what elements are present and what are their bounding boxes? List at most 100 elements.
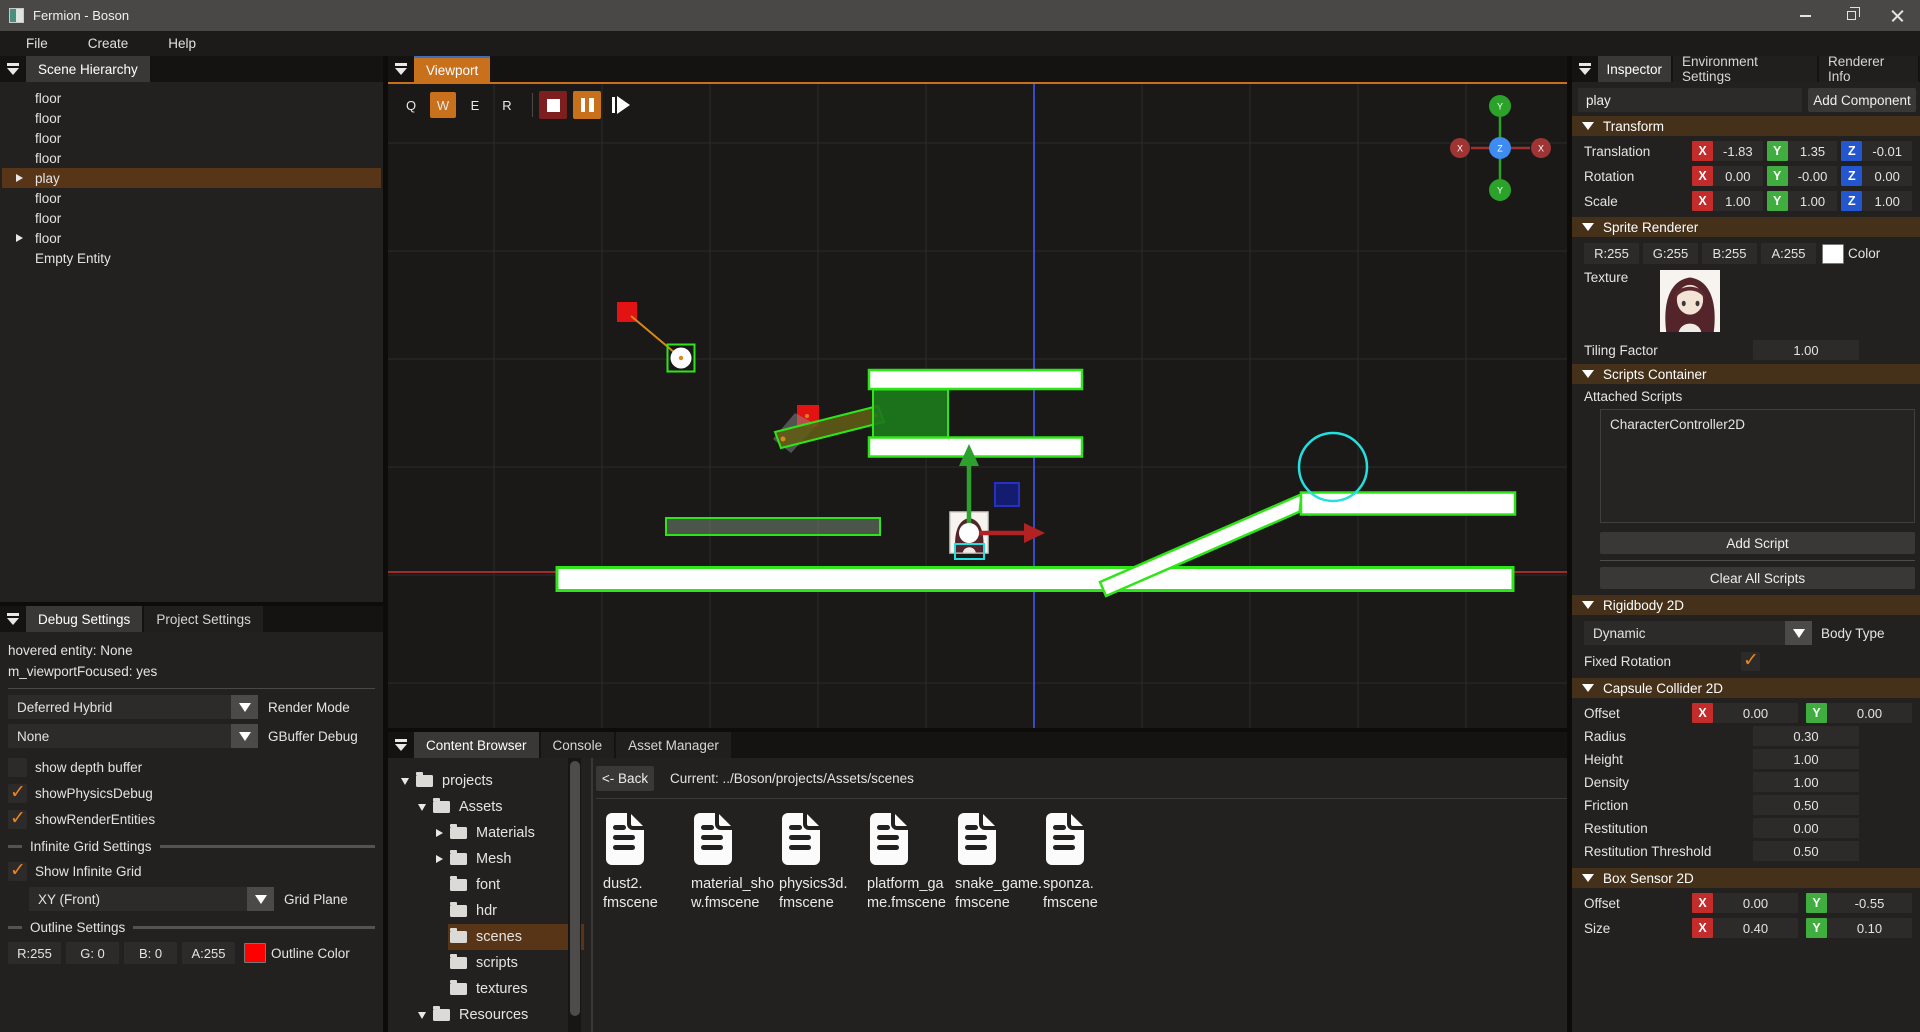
minimize-button[interactable] [1782, 0, 1828, 31]
elevated-platform-entity[interactable] [1301, 493, 1515, 515]
tab-scene-hierarchy[interactable]: Scene Hierarchy [26, 56, 150, 82]
box-sensor-section-header[interactable]: Box Sensor 2D [1572, 868, 1920, 888]
translation-z-field[interactable]: -0.01 [1862, 141, 1912, 161]
sensor-size-x-field[interactable]: 0.40 [1713, 918, 1798, 938]
x-axis-badge[interactable]: X [1692, 918, 1713, 938]
hierarchy-item-floor[interactable]: floor [2, 148, 381, 168]
file-item[interactable]: sponza.fmscene [1040, 812, 1128, 913]
file-item[interactable]: material_show.fmscene [688, 812, 776, 913]
scale-z-field[interactable]: 1.00 [1862, 191, 1912, 211]
divider[interactable] [591, 758, 593, 1032]
back-button[interactable]: <- Back [596, 766, 654, 791]
add-component-button[interactable]: Add Component [1808, 88, 1916, 112]
hierarchy-item-floor[interactable]: floor [2, 88, 381, 108]
menu-create[interactable]: Create [74, 36, 143, 51]
tree-item-hdr[interactable]: hdr [388, 898, 584, 924]
scale-x-field[interactable]: 1.00 [1713, 191, 1763, 211]
y-axis-badge[interactable]: Y [1767, 191, 1788, 211]
file-item[interactable]: snake_game.fmscene [952, 812, 1040, 913]
script-list-item[interactable]: CharacterController2D [1610, 417, 1905, 432]
x-axis-badge[interactable]: X [1692, 166, 1713, 186]
translate-gizmo[interactable] [959, 444, 1045, 543]
ground-platform-entity[interactable] [557, 568, 1513, 591]
clear-all-scripts-button[interactable]: Clear All Scripts [1600, 567, 1915, 589]
tool-w-button[interactable]: W [430, 92, 456, 118]
step-frame-button[interactable] [607, 91, 635, 119]
expand-arrow-icon[interactable] [436, 855, 443, 863]
sensor-offset-y-field[interactable]: -0.55 [1827, 893, 1912, 913]
translation-x-field[interactable]: -1.83 [1713, 141, 1763, 161]
capsule-collider-section-header[interactable]: Capsule Collider 2D [1572, 678, 1920, 698]
rigidbody-section-header[interactable]: Rigidbody 2D [1572, 595, 1920, 615]
tree-item-resources[interactable]: Resources [388, 1002, 584, 1028]
tiling-factor-field[interactable]: 1.00 [1753, 340, 1859, 360]
rotation-x-field[interactable]: 0.00 [1713, 166, 1763, 186]
tree-item-textures[interactable]: textures [388, 976, 584, 1002]
tab-console[interactable]: Console [541, 732, 615, 758]
scripts-container-section-header[interactable]: Scripts Container [1572, 364, 1920, 384]
texture-preview[interactable] [1660, 270, 1720, 332]
color-a-field[interactable]: A:255 [1761, 243, 1816, 264]
collapse-arrow-icon[interactable] [401, 778, 409, 785]
body-type-dropdown[interactable]: Dynamic [1584, 621, 1812, 645]
panel-collapse-icon[interactable] [388, 56, 414, 82]
joint-ball-entity[interactable] [617, 302, 695, 372]
collapse-arrow-icon[interactable] [418, 1012, 426, 1019]
viewport-canvas[interactable]: Y Y X X Z [388, 84, 1567, 728]
outline-b-field[interactable]: B: 0 [124, 942, 177, 964]
tab-environment-settings[interactable]: Environment Settings [1673, 56, 1817, 82]
hierarchy-item-floor[interactable]: floor [2, 108, 381, 128]
fixed-rotation-checkbox[interactable] [1741, 652, 1760, 671]
tree-item-font[interactable]: font [388, 872, 584, 898]
panel-collapse-icon[interactable] [0, 606, 26, 632]
height-field[interactable]: 1.00 [1753, 749, 1859, 769]
x-axis-badge[interactable]: X [1692, 703, 1713, 723]
menu-file[interactable]: File [12, 36, 62, 51]
stop-button[interactable] [539, 91, 567, 119]
y-axis-badge[interactable]: Y [1806, 918, 1827, 938]
hierarchy-item-floor[interactable]: floor [2, 228, 381, 248]
x-axis-badge[interactable]: X [1692, 893, 1713, 913]
z-axis-badge[interactable]: Z [1841, 141, 1862, 161]
sprite-color-swatch[interactable] [1822, 244, 1844, 264]
outline-r-field[interactable]: R:255 [8, 942, 61, 964]
z-axis-badge[interactable]: Z [1841, 191, 1862, 211]
tree-item-mesh[interactable]: Mesh [388, 846, 584, 872]
color-b-field[interactable]: B:255 [1702, 243, 1757, 264]
tool-e-button[interactable]: E [462, 92, 488, 118]
tree-item-scenes[interactable]: scenes [388, 924, 584, 950]
render-mode-dropdown[interactable]: Deferred Hybrid [8, 695, 258, 719]
scale-y-field[interactable]: 1.00 [1788, 191, 1838, 211]
expand-arrow-icon[interactable] [16, 234, 23, 242]
tab-content-browser[interactable]: Content Browser [414, 732, 539, 758]
transform-section-header[interactable]: Transform [1572, 116, 1920, 136]
gbuffer-debug-dropdown[interactable]: None [8, 724, 258, 748]
color-r-field[interactable]: R:255 [1584, 243, 1639, 264]
sprite-renderer-section-header[interactable]: Sprite Renderer [1572, 217, 1920, 237]
grid-plane-dropdown[interactable]: XY (Front) [29, 887, 274, 911]
restore-button[interactable] [1828, 0, 1874, 31]
hierarchy-item-floor[interactable]: floor [2, 188, 381, 208]
hierarchy-item-floor[interactable]: floor [2, 128, 381, 148]
tab-renderer-info[interactable]: Renderer Info [1819, 56, 1918, 82]
tool-r-button[interactable]: R [494, 92, 520, 118]
attached-scripts-list[interactable]: CharacterController2D [1600, 409, 1915, 523]
tree-item-projects[interactable]: projects [388, 768, 584, 794]
collapse-arrow-icon[interactable] [418, 804, 426, 811]
z-axis-badge[interactable]: Z [1841, 166, 1862, 186]
tool-q-button[interactable]: Q [398, 92, 424, 118]
add-script-button[interactable]: Add Script [1600, 532, 1915, 554]
panel-collapse-icon[interactable] [1572, 56, 1598, 82]
restitution-thresh-field[interactable]: 0.50 [1753, 841, 1859, 861]
tree-scrollbar-thumb[interactable] [570, 761, 580, 1016]
y-axis-badge[interactable]: Y [1806, 703, 1827, 723]
radius-field[interactable]: 0.30 [1753, 726, 1859, 746]
x-axis-badge[interactable]: X [1692, 191, 1713, 211]
outline-color-swatch[interactable] [244, 943, 266, 963]
show-depth-buffer-checkbox[interactable] [8, 758, 27, 777]
friction-field[interactable]: 0.50 [1753, 795, 1859, 815]
color-g-field[interactable]: G:255 [1643, 243, 1698, 264]
panel-collapse-icon[interactable] [0, 56, 26, 82]
sensor-size-y-field[interactable]: 0.10 [1827, 918, 1912, 938]
plank-entity[interactable] [773, 405, 884, 453]
